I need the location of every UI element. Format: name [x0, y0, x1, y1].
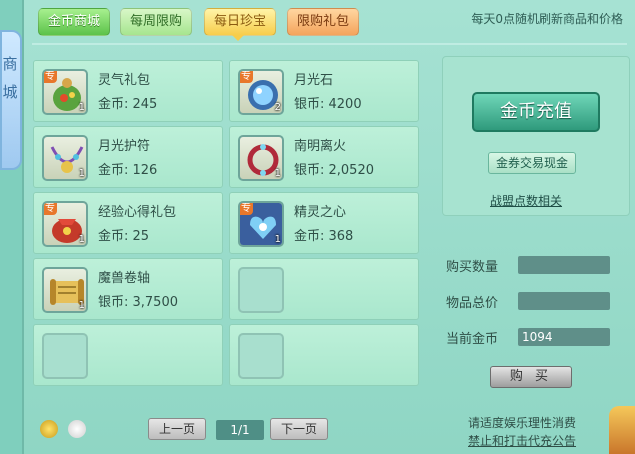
total-price-label: 物品总价	[446, 296, 499, 311]
item-cell[interactable]: 1 魔兽卷轴 银币: 3,7500	[33, 258, 223, 320]
next-page-button[interactable]: 下一页	[270, 418, 328, 440]
item-price: 金币: 368	[294, 229, 354, 244]
item-cell[interactable]: 1 月光护符 金币: 126	[33, 126, 223, 188]
item-quantity: 1	[274, 168, 281, 179]
item-price: 金币: 245	[98, 97, 158, 112]
refresh-tip: 每天0点随机刷新商品和价格	[471, 12, 623, 26]
tab-daily-treasure[interactable]: 每日珍宝	[204, 8, 276, 36]
side-label: 商城	[2, 55, 18, 101]
prev-page-button[interactable]: 上一页	[148, 418, 206, 440]
shop-panel: 金币商城 每周限购 每日珍宝 限购礼包 每天0点随机刷新商品和价格 专 1 灵气…	[22, 0, 635, 454]
item-quantity: 1	[78, 234, 85, 245]
item-name: 月光护符	[98, 139, 151, 154]
orb-icon[interactable]	[68, 420, 86, 438]
header-divider	[32, 43, 627, 45]
fire-bracelet-icon: 1	[238, 135, 284, 181]
exclusive-badge: 专	[240, 71, 253, 83]
item-name: 经验心得礼包	[98, 205, 177, 220]
corner-decoration	[609, 406, 635, 454]
item-quantity: 1	[78, 300, 85, 311]
tab-weekly-limit[interactable]: 每周限购	[120, 8, 192, 36]
item-name: 精灵之心	[294, 205, 347, 220]
item-quantity: 1	[78, 102, 85, 113]
total-price-field	[518, 292, 610, 310]
page-indicator: 1/1	[216, 420, 264, 440]
tab-limited-pack[interactable]: 限购礼包	[287, 8, 359, 36]
active-tab-indicator	[232, 35, 244, 41]
item-cell[interactable]: 专 1 经验心得礼包 金币: 25	[33, 192, 223, 254]
item-quantity: 1	[274, 234, 281, 245]
gold-voucher-exchange-button[interactable]: 金券交易现金	[488, 152, 576, 174]
item-name: 灵气礼包	[98, 73, 151, 88]
empty-item-cell[interactable]	[229, 258, 419, 320]
empty-item-cell[interactable]	[229, 324, 419, 386]
buy-qty-field[interactable]	[518, 256, 610, 274]
zoom-icon[interactable]	[40, 420, 58, 438]
item-cell[interactable]: 专 1 灵气礼包 金币: 245	[33, 60, 223, 122]
item-price: 金币: 25	[98, 229, 150, 244]
buy-qty-label: 购买数量	[446, 260, 499, 275]
item-quantity: 2	[274, 102, 281, 113]
item-price: 金币: 126	[98, 163, 158, 178]
moon-amulet-icon: 1	[42, 135, 88, 181]
spirit-heart-icon: 专 1	[238, 201, 284, 247]
empty-item-cell[interactable]	[33, 324, 223, 386]
item-price: 银币: 2,0520	[294, 163, 374, 178]
empty-slot	[238, 267, 284, 313]
exclusive-badge: 专	[240, 203, 253, 215]
item-name: 月光石	[294, 73, 334, 88]
item-cell[interactable]: 专 1 精灵之心 金币: 368	[229, 192, 419, 254]
item-cell[interactable]: 1 南明离火 银币: 2,0520	[229, 126, 419, 188]
anti-proxy-notice-link[interactable]: 禁止和打击代充公告	[468, 432, 576, 449]
current-coins-label: 当前金币	[446, 332, 499, 347]
alliance-points-link[interactable]: 战盟点数相关	[490, 192, 562, 209]
item-price: 银币: 4200	[294, 97, 362, 112]
spirit-gift-icon: 专 1	[42, 69, 88, 115]
exclusive-badge: 专	[44, 71, 57, 83]
exclusive-badge: 专	[44, 203, 57, 215]
item-price: 银币: 3,7500	[98, 295, 178, 310]
current-coins-field: 1094	[518, 328, 610, 346]
item-name: 南明离火	[294, 139, 347, 154]
exp-bag-icon: 专 1	[42, 201, 88, 247]
notice-text: 请适度娱乐理性消费	[468, 416, 577, 430]
tab-gold-shop[interactable]: 金币商城	[38, 8, 110, 36]
gold-recharge-button[interactable]: 金币充值	[472, 92, 600, 132]
moonstone-icon: 专 2	[238, 69, 284, 115]
empty-slot	[42, 333, 88, 379]
item-quantity: 1	[78, 168, 85, 179]
item-cell[interactable]: 专 2 月光石 银币: 4200	[229, 60, 419, 122]
empty-slot	[238, 333, 284, 379]
scroll-icon: 1	[42, 267, 88, 313]
buy-button[interactable]: 购 买	[490, 366, 572, 388]
item-name: 魔兽卷轴	[98, 271, 151, 286]
